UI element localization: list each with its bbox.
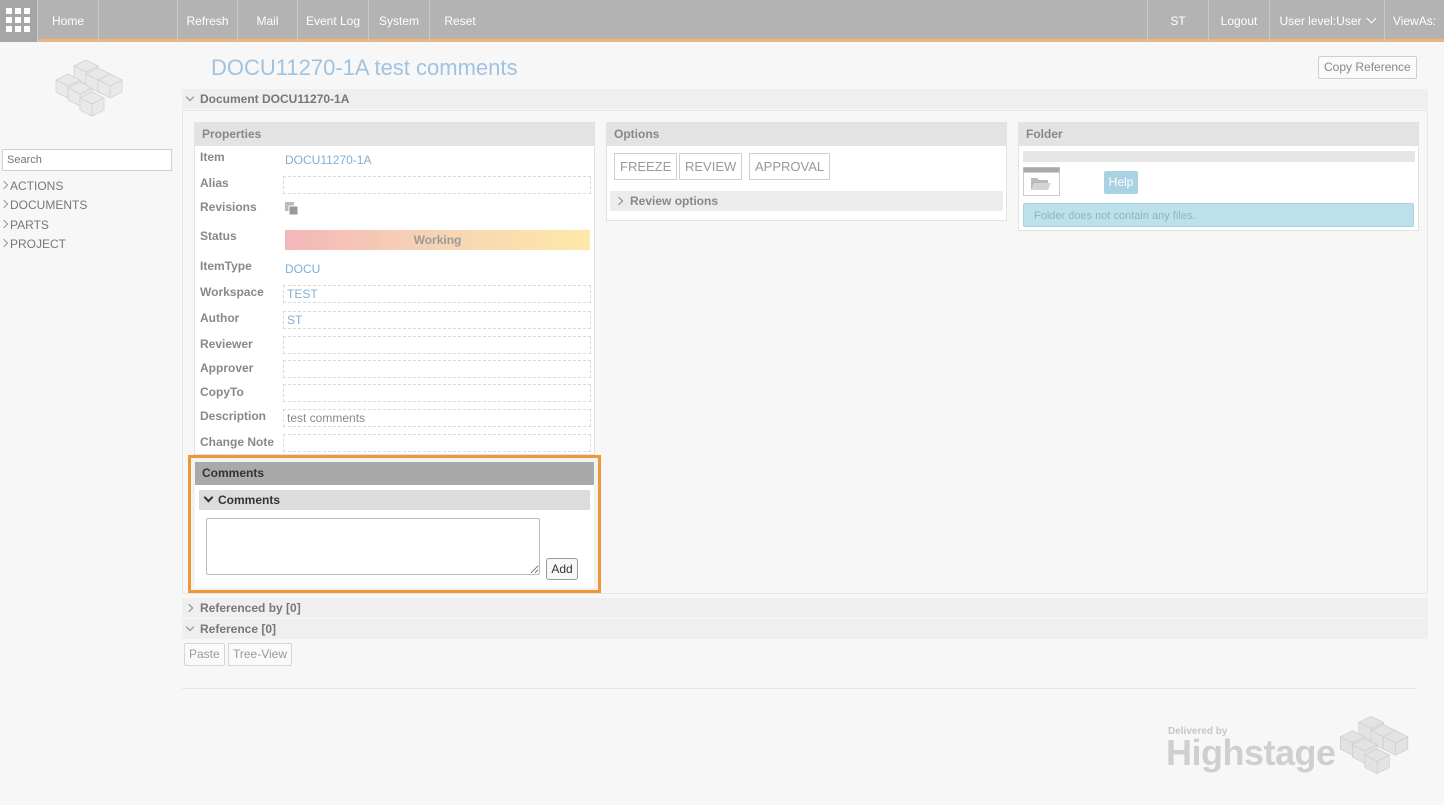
item-link[interactable]: DOCU11270-1A xyxy=(285,153,371,167)
status-badge: Working xyxy=(285,230,590,250)
item-label: Item xyxy=(200,150,225,164)
sidebar-search-input[interactable] xyxy=(2,149,172,171)
tree-view-button[interactable]: Tree-View xyxy=(228,643,293,666)
nav-system[interactable]: System xyxy=(369,0,430,42)
nav-mail[interactable]: Mail xyxy=(238,0,298,42)
description-field[interactable]: test comments xyxy=(283,409,591,427)
sidebar-item-project[interactable]: PROJECT xyxy=(0,236,66,252)
copyto-field[interactable] xyxy=(283,384,591,402)
sidebar-item-actions[interactable]: ACTIONS xyxy=(0,178,63,194)
referenced-by-label: Referenced by [0] xyxy=(200,601,301,615)
comments-panel: Comments Comments Add xyxy=(188,455,601,593)
status-label: Status xyxy=(200,229,237,243)
review-options-label: Review options xyxy=(630,194,719,208)
nav-event-log[interactable]: Event Log xyxy=(298,0,369,42)
chevron-down-icon xyxy=(203,492,214,503)
chevron-right-icon xyxy=(0,180,9,190)
approval-button[interactable]: APPROVAL xyxy=(749,153,831,180)
description-label: Description xyxy=(200,409,267,423)
nav-reset[interactable]: Reset xyxy=(430,0,490,42)
sidebar-item-label: ACTIONS xyxy=(10,179,64,193)
comments-sub-header[interactable]: Comments xyxy=(199,490,590,510)
folder-empty-message: Folder does not contain any files. xyxy=(1023,203,1414,227)
comments-body: Comments Add xyxy=(195,485,594,588)
folder-open-icon[interactable] xyxy=(1023,167,1060,196)
folder-help-button[interactable]: Help xyxy=(1104,171,1138,194)
user-level-label: User level:User xyxy=(1279,14,1362,28)
nav-spacer xyxy=(99,0,178,42)
grid-icon xyxy=(6,8,30,32)
change-note-field[interactable] xyxy=(283,434,591,452)
comments-sub-label: Comments xyxy=(218,493,281,507)
document-section-header[interactable]: Document DOCU11270-1A xyxy=(182,89,1428,109)
approver-field[interactable] xyxy=(283,360,591,378)
nav-logout[interactable]: Logout xyxy=(1209,0,1270,42)
add-comment-button[interactable]: Add xyxy=(546,558,578,580)
brand-cubes-icon xyxy=(1339,715,1409,775)
itemtype-label: ItemType xyxy=(200,259,252,273)
page-title: DOCU11270-1A test comments xyxy=(211,55,518,80)
sidebar-item-label: PARTS xyxy=(10,218,49,232)
freeze-button[interactable]: FREEZE xyxy=(614,153,678,180)
folder-panel: Folder Help Folder does not contain any … xyxy=(1018,122,1419,231)
folder-header: Folder xyxy=(1019,123,1418,146)
brand-name: Highstage xyxy=(1166,732,1336,773)
divider xyxy=(182,688,1416,689)
reviewer-label: Reviewer xyxy=(200,337,253,351)
app-menu-button[interactable] xyxy=(0,0,38,42)
nav-home[interactable]: Home xyxy=(38,0,99,42)
paste-button[interactable]: Paste xyxy=(184,643,225,666)
nav-user[interactable]: ST xyxy=(1147,0,1209,42)
chevron-right-icon xyxy=(0,238,9,248)
alias-field[interactable] xyxy=(283,176,591,194)
chevron-right-icon xyxy=(184,603,194,613)
itemtype-link[interactable]: DOCU xyxy=(285,262,320,276)
folder-path-bar xyxy=(1023,151,1415,162)
chevron-right-icon xyxy=(0,219,9,229)
chevron-right-icon xyxy=(0,199,9,209)
top-navigation-bar: Home Refresh Mail Event Log System Reset… xyxy=(0,0,1444,42)
reviewer-field[interactable] xyxy=(283,336,591,354)
revisions-icon[interactable] xyxy=(284,201,300,217)
chevron-down-icon xyxy=(1366,13,1376,24)
comment-textarea[interactable] xyxy=(206,518,540,575)
revisions-label: Revisions xyxy=(200,200,257,214)
options-panel: Options FREEZE REVIEW APPROVAL Review op… xyxy=(606,122,1007,221)
chevron-right-icon xyxy=(614,196,624,206)
author-field[interactable]: ST xyxy=(283,311,591,329)
reference-label: Reference [0] xyxy=(200,622,277,636)
chevron-down-icon xyxy=(185,92,195,102)
sidebar-item-label: PROJECT xyxy=(10,237,67,251)
footer-brand: Delivered by Highstage xyxy=(1166,712,1418,787)
document-section-label: Document DOCU11270-1A xyxy=(200,92,350,106)
options-header: Options xyxy=(607,123,1006,146)
workspace-label: Workspace xyxy=(200,285,264,299)
sidebar-item-parts[interactable]: PARTS xyxy=(0,217,49,233)
sidebar-item-label: DOCUMENTS xyxy=(10,198,88,212)
change-note-label: Change Note xyxy=(200,435,275,449)
properties-panel: Properties Item DOCU11270-1A Alias Revis… xyxy=(194,122,595,455)
nav-refresh[interactable]: Refresh xyxy=(178,0,238,42)
review-button[interactable]: REVIEW xyxy=(679,153,743,180)
workspace-field[interactable]: TEST xyxy=(283,285,591,303)
approver-label: Approver xyxy=(200,361,254,375)
user-level-dropdown[interactable]: User level:User xyxy=(1270,0,1385,42)
copy-reference-button[interactable]: Copy Reference xyxy=(1318,56,1417,79)
properties-header: Properties xyxy=(195,123,594,146)
cubes-logo xyxy=(55,59,123,117)
chevron-down-icon xyxy=(185,622,195,632)
nav-view-as[interactable]: ViewAs: xyxy=(1385,0,1444,42)
comments-header: Comments xyxy=(195,462,594,485)
referenced-by-header[interactable]: Referenced by [0] xyxy=(182,598,1428,618)
copyto-label: CopyTo xyxy=(200,385,244,399)
author-label: Author xyxy=(200,311,240,325)
reference-header[interactable]: Reference [0] xyxy=(182,619,1428,639)
review-options-header[interactable]: Review options xyxy=(610,191,1003,211)
alias-label: Alias xyxy=(200,176,229,190)
sidebar-item-documents[interactable]: DOCUMENTS xyxy=(0,197,87,213)
